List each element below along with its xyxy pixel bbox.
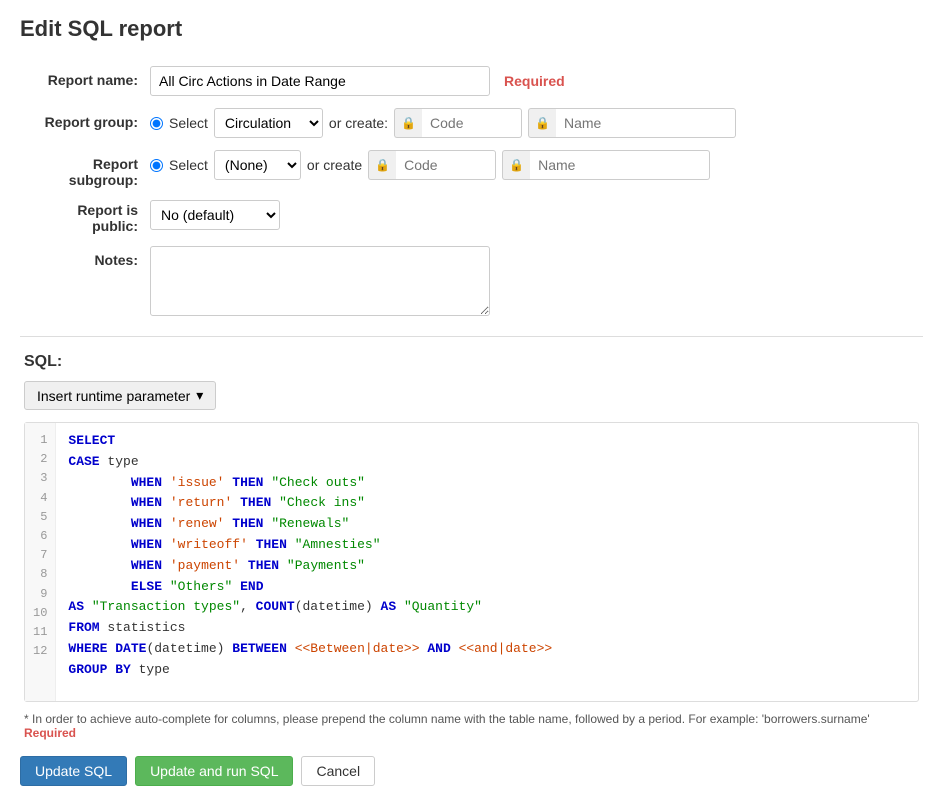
sql-code-content: SELECT CASE type WHEN 'issue' THEN "Chec… [56, 423, 918, 701]
subcode-lock-icon: 🔒 [368, 150, 396, 180]
footer-buttons: Update SQL Update and run SQL Cancel [20, 740, 923, 794]
report-group-select[interactable]: Circulation Acquisitions Catalog Patrons [214, 108, 323, 138]
cancel-button[interactable]: Cancel [301, 756, 375, 786]
line-numbers: 1 2 3 4 5 6 7 8 9 10 11 12 [25, 423, 56, 701]
group-code-input[interactable] [422, 108, 522, 138]
report-subgroup-select-label: Select [169, 157, 208, 173]
report-group-select-radio[interactable] [150, 117, 163, 130]
required-info-label: Required [24, 726, 76, 740]
report-subgroup-label: Report subgroup: [20, 150, 150, 188]
sql-editor: 1 2 3 4 5 6 7 8 9 10 11 12 SELECT CASE t… [24, 422, 919, 702]
update-run-sql-button[interactable]: Update and run SQL [135, 756, 293, 786]
code-lock-icon: 🔒 [394, 108, 422, 138]
insert-param-label: Insert runtime parameter [37, 388, 190, 404]
info-text: * In order to achieve auto-complete for … [24, 712, 919, 740]
report-group-label: Report group: [20, 108, 150, 130]
name-lock-icon: 🔒 [528, 108, 556, 138]
subname-lock-icon: 🔒 [502, 150, 530, 180]
report-group-select-label: Select [169, 115, 208, 131]
sql-label: SQL: [24, 353, 919, 371]
notes-label: Notes: [20, 246, 150, 268]
section-divider [20, 336, 923, 337]
dropdown-arrow-icon: ▾ [196, 387, 203, 404]
report-name-label: Report name: [20, 66, 150, 88]
notes-textarea[interactable] [150, 246, 490, 316]
subgroup-code-input[interactable] [396, 150, 496, 180]
report-public-select[interactable]: No (default) Yes [150, 200, 280, 230]
report-name-input[interactable] [150, 66, 490, 96]
report-subgroup-select-radio[interactable] [150, 159, 163, 172]
subgroup-name-input[interactable] [530, 150, 710, 180]
group-name-input[interactable] [556, 108, 736, 138]
or-create-label: or create: [329, 115, 388, 131]
or-create-label2: or create [307, 157, 362, 173]
insert-runtime-param-button[interactable]: Insert runtime parameter ▾ [24, 381, 216, 410]
report-public-label: Report ispublic: [20, 200, 150, 234]
report-subgroup-select[interactable]: (None) Option 1 [214, 150, 301, 180]
required-badge: Required [504, 73, 565, 89]
page-title: Edit SQL report [20, 16, 923, 42]
update-sql-button[interactable]: Update SQL [20, 756, 127, 786]
